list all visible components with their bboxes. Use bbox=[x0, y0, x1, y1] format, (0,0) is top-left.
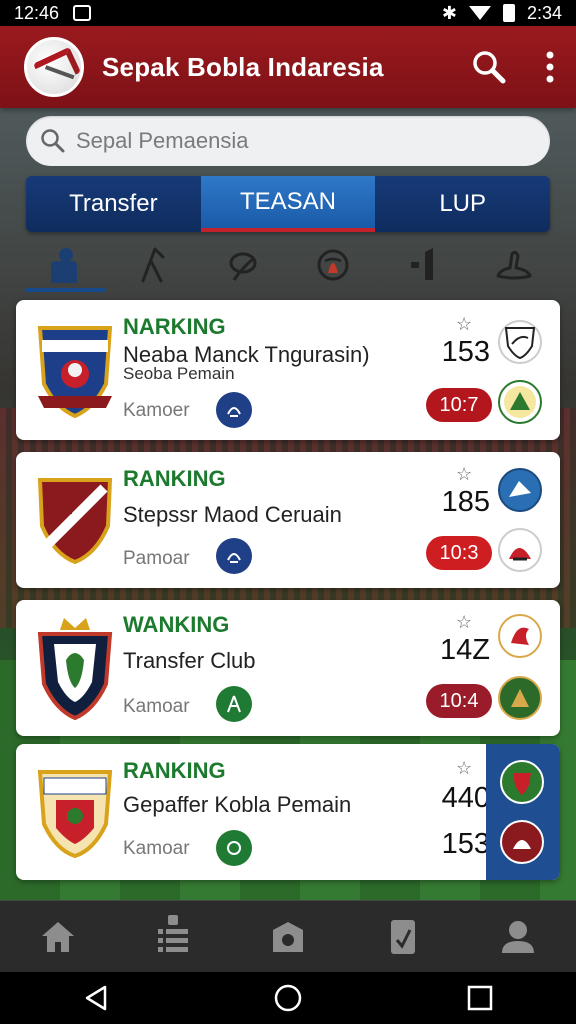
battery-icon bbox=[502, 4, 515, 22]
opponent-badge-icon bbox=[498, 320, 542, 364]
ball-icon bbox=[229, 252, 257, 281]
club-name: Gepaffer Kobla Pemain bbox=[123, 792, 352, 817]
opponent-badge-icon bbox=[498, 468, 542, 512]
club-card[interactable]: WANKING Transfer Club Kamoar ☆ 14Z 10:4 bbox=[16, 600, 560, 736]
club-card[interactable]: NARKING Neaba Manck Tngurasin) Seoba Pem… bbox=[16, 300, 560, 440]
bluetooth-icon: ✱ bbox=[441, 2, 457, 23]
home-icon bbox=[41, 921, 74, 952]
search-input[interactable] bbox=[76, 128, 516, 154]
profile-icon bbox=[502, 920, 535, 953]
club-name: Transfer Club bbox=[123, 648, 256, 673]
more-options-button[interactable] bbox=[544, 50, 556, 84]
club-label: Kamoar bbox=[123, 838, 190, 859]
status-time-left: 12:46 bbox=[14, 2, 60, 23]
score-pill: 10:7 bbox=[426, 388, 492, 422]
favorite-star-icon[interactable]: ☆ bbox=[456, 464, 472, 485]
club-tag-icon bbox=[216, 830, 252, 866]
card-icon bbox=[391, 919, 416, 954]
app-title: Sepak Bobla Indaresia bbox=[102, 51, 384, 82]
favorite-star-icon[interactable]: ☆ bbox=[456, 314, 472, 335]
club-card[interactable]: RANKING Stepssr Maod Ceruain Pamoar ☆ 18… bbox=[16, 452, 560, 588]
club-tag-icon bbox=[216, 686, 252, 722]
club-name: Stepssr Maod Ceruain bbox=[123, 502, 342, 527]
opponent-badge-icon bbox=[498, 676, 542, 720]
camera-icon bbox=[272, 921, 303, 952]
club-score: 153 bbox=[441, 336, 490, 368]
favorite-star-icon[interactable]: ☆ bbox=[456, 758, 472, 779]
club-score: 14Z bbox=[440, 634, 490, 666]
system-back-button[interactable] bbox=[71, 978, 121, 1018]
wifi-icon bbox=[468, 6, 491, 20]
whistle-icon bbox=[496, 250, 532, 280]
club-crest-icon bbox=[37, 326, 113, 419]
recents-square-icon bbox=[467, 985, 493, 1011]
club-crest-icon bbox=[37, 618, 113, 720]
notification-icon bbox=[73, 5, 92, 21]
system-recents-button[interactable] bbox=[455, 978, 505, 1018]
category-trophy[interactable] bbox=[303, 240, 363, 290]
club-crest-icon bbox=[37, 478, 113, 565]
club-label: Kamoer bbox=[123, 400, 190, 421]
club-label: Pamoar bbox=[123, 548, 190, 569]
category-whistle[interactable] bbox=[484, 240, 544, 290]
status-bar: 12:46 ✱ 2:34 bbox=[0, 0, 576, 26]
opponent-badge-icon bbox=[498, 528, 542, 572]
opponent-badge-icon bbox=[498, 614, 542, 658]
nav-card[interactable] bbox=[373, 907, 433, 967]
club-label: Kamoar bbox=[123, 696, 190, 717]
list-icon bbox=[157, 914, 188, 952]
ranking-label: RANKING bbox=[123, 466, 226, 491]
nav-list[interactable] bbox=[143, 907, 203, 967]
nav-profile[interactable] bbox=[488, 907, 548, 967]
back-triangle-icon bbox=[85, 985, 107, 1011]
club-score: 440 bbox=[441, 782, 490, 814]
search-button[interactable] bbox=[472, 50, 506, 84]
club-score: 185 bbox=[441, 486, 490, 518]
app-bar: Sepak Bobla Indaresia bbox=[0, 26, 576, 108]
tab-lup[interactable]: LUP bbox=[375, 176, 550, 232]
category-icon-row bbox=[14, 236, 562, 294]
favorite-star-icon[interactable]: ☆ bbox=[456, 612, 472, 633]
club-card[interactable]: RANKING Gepaffer Kobla Pemain Kamoar ☆ 4… bbox=[16, 744, 560, 880]
nav-home[interactable] bbox=[28, 907, 88, 967]
opponent-badge-icon bbox=[500, 760, 544, 804]
system-home-button[interactable] bbox=[263, 978, 313, 1018]
stats-icon bbox=[410, 248, 433, 280]
club-tag-icon bbox=[216, 392, 252, 428]
search-icon bbox=[41, 129, 65, 153]
more-vert-icon bbox=[546, 51, 554, 83]
bottom-navigation bbox=[0, 900, 576, 972]
score-pill: 10:4 bbox=[426, 684, 492, 718]
club-tag-icon bbox=[216, 538, 252, 574]
ranking-label: NARKING bbox=[123, 314, 226, 339]
ranking-label: WANKING bbox=[123, 612, 230, 637]
app-logo bbox=[24, 37, 84, 97]
segment-tabs: Transfer TEASAN LUP bbox=[26, 176, 550, 232]
club-score-secondary: 153 bbox=[441, 828, 490, 860]
ranking-label: RANKING bbox=[123, 758, 226, 783]
club-crest-icon bbox=[37, 770, 113, 859]
opponent-badge-icon bbox=[498, 380, 542, 424]
tab-teasan[interactable]: TEASAN bbox=[200, 176, 376, 232]
system-navigation bbox=[0, 972, 576, 1024]
category-stats[interactable] bbox=[394, 240, 454, 290]
trophy-icon bbox=[317, 249, 349, 281]
category-ball[interactable] bbox=[213, 240, 273, 290]
player-icon bbox=[51, 248, 77, 283]
tab-transfer[interactable]: Transfer bbox=[26, 176, 201, 232]
opponent-badge-icon bbox=[500, 820, 544, 864]
search-icon bbox=[473, 51, 506, 84]
search-bar[interactable] bbox=[26, 116, 550, 166]
category-boot[interactable] bbox=[122, 240, 182, 290]
home-circle-icon bbox=[274, 984, 302, 1012]
category-player[interactable] bbox=[26, 240, 106, 292]
status-time-right: 2:34 bbox=[526, 2, 562, 23]
club-subtitle: Seoba Pemain bbox=[123, 364, 235, 383]
boot-icon bbox=[141, 247, 165, 283]
score-pill: 10:3 bbox=[426, 536, 492, 570]
nav-camera[interactable] bbox=[258, 907, 318, 967]
